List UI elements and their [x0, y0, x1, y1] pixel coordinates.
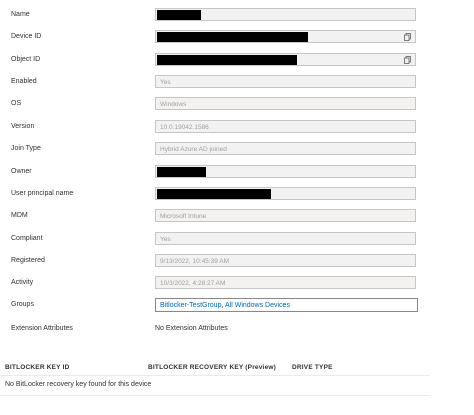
property-row-mdm: MDM Microsoft Intune	[0, 209, 474, 225]
redacted-block	[157, 32, 308, 42]
label-name: Name	[11, 11, 30, 18]
join-type-value: Hybrid Azure AD joined	[160, 145, 227, 153]
property-row-enabled: Enabled Yes	[0, 75, 474, 91]
mdm-field[interactable]: Microsoft Intune	[155, 209, 416, 222]
property-row-activity: Activity 10/3/2022, 4:28:27 AM	[0, 276, 474, 292]
enabled-field[interactable]: Yes	[155, 75, 416, 88]
object-id-field[interactable]	[155, 53, 416, 66]
column-header-drive-type[interactable]: DRIVE TYPE	[292, 364, 333, 371]
group-link-all-windows-devices[interactable]: All Windows Devices	[225, 302, 290, 309]
label-registered: Registered	[11, 257, 45, 264]
property-row-os: OS Windows	[0, 97, 474, 113]
copy-icon[interactable]	[404, 56, 411, 64]
property-row-owner: Owner	[0, 165, 474, 181]
bitlocker-empty-message: No BitLocker recovery key found for this…	[5, 381, 152, 388]
registered-value: 9/13/2022, 10:45:39 AM	[160, 257, 230, 265]
version-field[interactable]: 10.0.19042.1586	[155, 120, 416, 133]
table-divider	[0, 375, 430, 376]
column-header-bitlocker-recovery-key[interactable]: BITLOCKER RECOVERY KEY (Preview)	[148, 364, 276, 371]
enabled-value: Yes	[160, 78, 171, 86]
owner-field[interactable]	[155, 165, 416, 178]
label-mdm: MDM	[11, 212, 28, 219]
label-activity: Activity	[11, 279, 34, 286]
activity-value: 10/3/2022, 4:28:27 AM	[160, 279, 226, 287]
label-compliant: Compliant	[11, 235, 43, 242]
bitlocker-table-header: BITLOCKER KEY ID BITLOCKER RECOVERY KEY …	[0, 361, 430, 375]
property-row-version: Version 10.0.19042.1586	[0, 120, 474, 136]
column-header-bitlocker-key-id[interactable]: BITLOCKER KEY ID	[5, 364, 69, 371]
device-id-field[interactable]	[155, 30, 416, 43]
label-owner: Owner	[11, 168, 32, 175]
label-version: Version	[11, 123, 35, 130]
version-value: 10.0.19042.1586	[160, 123, 209, 131]
compliant-field[interactable]: Yes	[155, 232, 416, 245]
property-row-name: Name	[0, 8, 474, 24]
group-link-bitlocker-testgroup[interactable]: Bitlocker-TestGroup	[160, 302, 221, 309]
os-field[interactable]: Windows	[155, 97, 416, 110]
property-row-compliant: Compliant Yes	[0, 232, 474, 248]
label-object-id: Object ID	[11, 56, 41, 63]
redacted-block	[157, 167, 206, 177]
join-type-field[interactable]: Hybrid Azure AD joined	[155, 142, 416, 155]
group-separator: ,	[221, 302, 224, 309]
label-groups: Groups	[11, 301, 34, 308]
groups-links: Bitlocker-TestGroup, All Windows Devices	[160, 302, 290, 309]
extension-attributes-value: No Extension Attributes	[155, 325, 228, 332]
mdm-value: Microsoft Intune	[160, 212, 207, 220]
table-divider-bottom	[0, 395, 430, 396]
groups-field: Bitlocker-TestGroup, All Windows Devices	[155, 298, 418, 312]
redacted-block	[157, 10, 201, 20]
label-join-type: Join Type	[11, 145, 41, 152]
registered-field[interactable]: 9/13/2022, 10:45:39 AM	[155, 254, 416, 267]
property-row-device-id: Device ID	[0, 30, 474, 46]
label-enabled: Enabled	[11, 78, 37, 85]
activity-field[interactable]: 10/3/2022, 4:28:27 AM	[155, 276, 416, 289]
redacted-block	[157, 55, 297, 65]
label-device-id: Device ID	[11, 33, 42, 40]
compliant-value: Yes	[160, 235, 171, 243]
property-row-object-id: Object ID	[0, 53, 474, 69]
property-row-join-type: Join Type Hybrid Azure AD joined	[0, 142, 474, 158]
property-row-extension-attributes: Extension Attributes No Extension Attrib…	[0, 322, 474, 338]
upn-field[interactable]	[155, 187, 416, 200]
os-value: Windows	[160, 100, 187, 108]
name-field[interactable]	[155, 8, 416, 21]
redacted-block	[157, 189, 271, 199]
property-row-upn: User principal name	[0, 187, 474, 203]
label-os: OS	[11, 100, 22, 107]
copy-icon[interactable]	[404, 33, 411, 41]
property-row-registered: Registered 9/13/2022, 10:45:39 AM	[0, 254, 474, 270]
label-upn: User principal name	[11, 190, 74, 197]
property-row-groups: Groups Bitlocker-TestGroup, All Windows …	[0, 298, 474, 314]
label-extension-attributes: Extension Attributes	[11, 325, 73, 332]
